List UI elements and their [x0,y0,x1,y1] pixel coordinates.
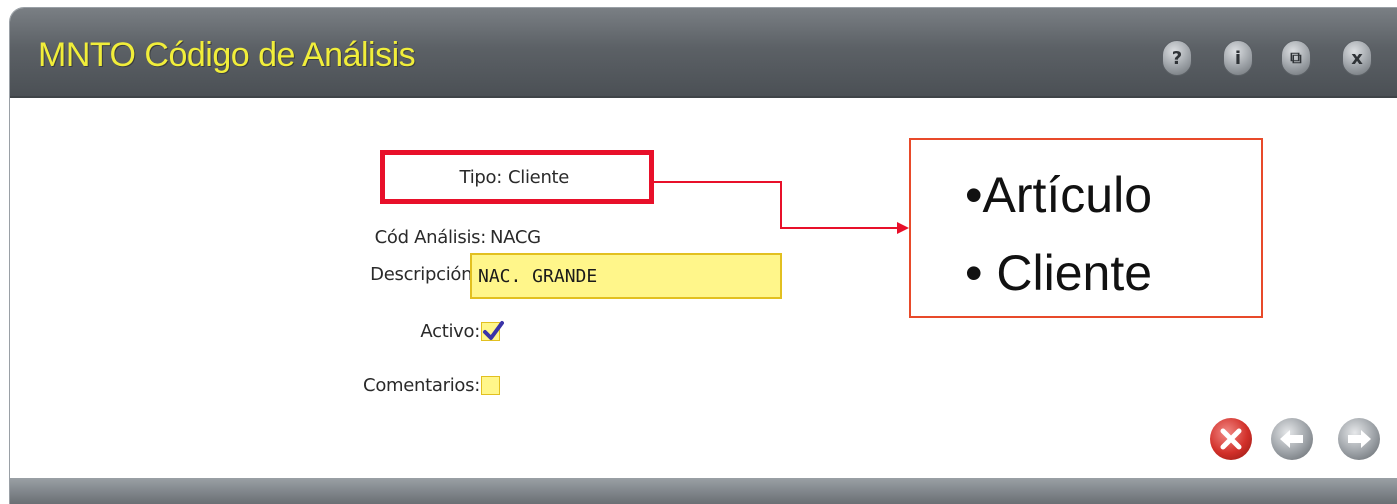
arrow-right-icon [1348,430,1371,448]
forward-button[interactable] [1338,418,1380,460]
back-button[interactable] [1271,418,1313,460]
callout-item-articulo: •Artículo [965,167,1153,223]
tipo-options-callout: •Artículo • Cliente [909,138,1263,318]
cancel-button[interactable] [1210,418,1252,460]
cancel-icon [1220,428,1242,450]
callout-item-cliente: • Cliente [965,245,1153,301]
arrow-left-icon [1280,430,1303,448]
